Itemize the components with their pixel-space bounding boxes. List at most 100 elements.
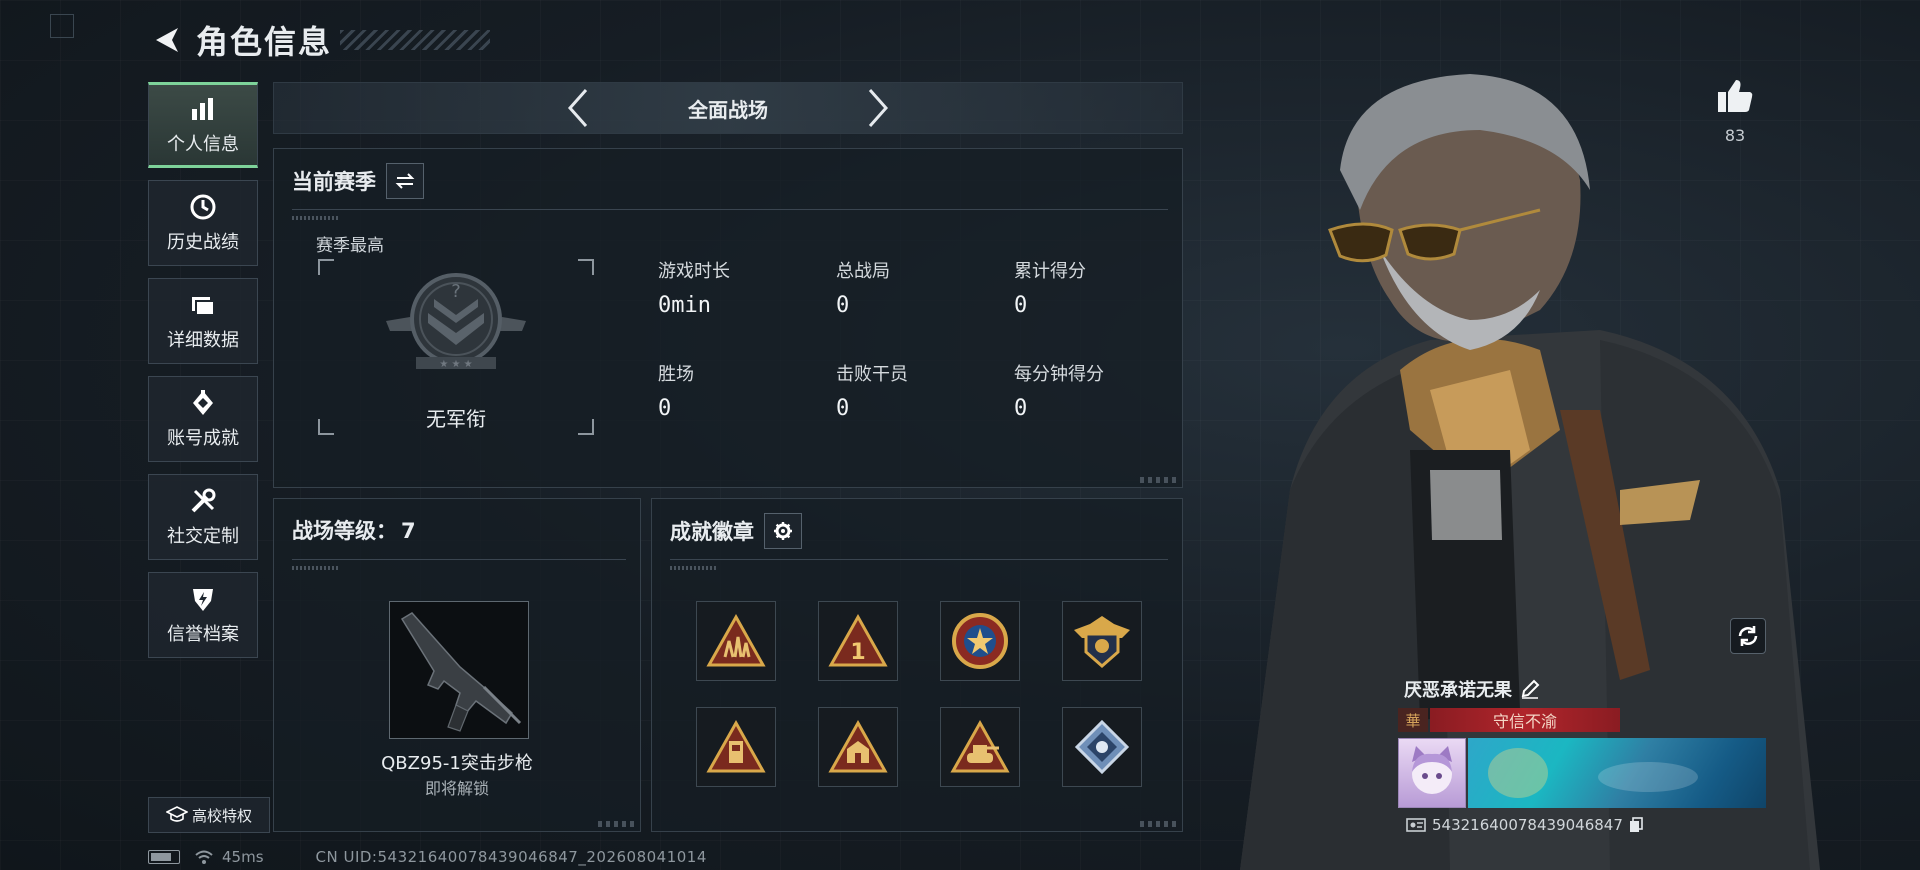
avatar[interactable] <box>1398 738 1466 808</box>
badge-tank-triangle-icon <box>950 719 1010 773</box>
badge-building-triangle-icon <box>828 719 888 773</box>
rank-emblem-icon: ? ★ ★ ★ <box>386 273 526 370</box>
like-count: 83 <box>1724 126 1746 145</box>
panel-corner-decoration <box>1140 821 1176 827</box>
assault-rifle-icon <box>400 612 522 732</box>
chevron-left-icon <box>567 89 588 127</box>
badge-slot[interactable] <box>696 707 776 787</box>
divider <box>292 559 626 560</box>
sidebar-item-label: 社交定制 <box>167 526 239 547</box>
copy-icon[interactable] <box>1629 817 1643 833</box>
badge-slot[interactable] <box>1062 707 1142 787</box>
badge-slot[interactable]: 1 <box>818 601 898 681</box>
stat-play-time: 游戏时长 0min <box>658 257 836 318</box>
achievement-diamond-icon <box>188 388 218 418</box>
shield-bolt-icon <box>188 584 218 614</box>
badge-slot[interactable] <box>940 707 1020 787</box>
ping-value: 45ms <box>222 848 264 866</box>
stat-label: 累计得分 <box>1014 261 1086 282</box>
stat-value: 0 <box>658 396 672 421</box>
stat-label: 总战局 <box>836 261 890 282</box>
bar-chart-icon <box>188 94 218 124</box>
profile-card: 厌恶承诺无果 華 守信不渝 54321640078439046847 <box>1398 676 1770 834</box>
chevron-right-icon <box>868 89 889 127</box>
title-badge: 守信不渝 <box>1430 708 1620 732</box>
stat-value: 0 <box>836 396 850 421</box>
badge-tower-triangle-icon <box>706 719 766 773</box>
stat-label: 击败干员 <box>836 364 908 385</box>
season-title: 当前赛季 <box>292 170 376 194</box>
season-switch-button[interactable] <box>386 163 424 199</box>
campus-privilege-label: 高校特权 <box>191 806 252 825</box>
gear-icon <box>774 522 792 540</box>
sidebar: 个人信息 历史战绩 详细数据 账号成就 社交定制 信誉档案 <box>148 82 260 670</box>
level-title-label: 战场等级： <box>292 519 397 543</box>
title-emblem: 華 <box>1398 708 1428 732</box>
like-button[interactable]: 83 <box>1715 78 1755 145</box>
wifi-icon <box>195 850 213 864</box>
stat-wins: 胜场 0 <box>658 360 836 421</box>
divider <box>670 559 1168 560</box>
mode-name: 全面战场 <box>688 97 768 122</box>
sidebar-item-detail-data[interactable]: 详细数据 <box>148 278 258 364</box>
achievement-badges-panel: 成就徽章 1 <box>651 498 1183 832</box>
sidebar-item-label: 历史战绩 <box>167 232 239 253</box>
title-decoration <box>340 30 491 50</box>
rank-frame: ? ★ ★ ★ 无军衔 <box>318 259 594 435</box>
anime-cat-girl-avatar-icon <box>1412 746 1452 794</box>
badge-slot[interactable] <box>940 601 1020 681</box>
edit-pencil-icon[interactable] <box>1520 679 1540 699</box>
id-badge-icon <box>1406 818 1426 832</box>
season-best-label: 赛季最高 <box>316 236 384 256</box>
corner-decoration <box>50 14 74 38</box>
svg-text:1: 1 <box>850 640 865 665</box>
weapon-preview[interactable] <box>389 601 529 739</box>
level-value: 7 <box>401 519 416 543</box>
graduation-cap-icon <box>165 806 188 822</box>
season-panel: 当前赛季 赛季最高 ? ★ ★ ★ 无军衔 游戏时长 0min 总战局 0 累计… <box>273 148 1183 488</box>
badge-slot[interactable] <box>696 601 776 681</box>
profile-banner-image <box>1468 738 1766 808</box>
back-arrow-icon <box>156 28 178 52</box>
sidebar-item-achievements[interactable]: 账号成就 <box>148 376 258 462</box>
badges-title: 成就徽章 <box>670 520 754 544</box>
sidebar-item-social-custom[interactable]: 社交定制 <box>148 474 258 560</box>
badge-slot[interactable] <box>818 707 898 787</box>
badge-blue-diamond-icon <box>1074 719 1130 775</box>
stat-kills: 击败干员 0 <box>836 360 1014 421</box>
sidebar-item-personal-info[interactable]: 个人信息 <box>148 82 258 168</box>
stat-value: 0 <box>1014 396 1028 421</box>
badges-settings-button[interactable] <box>764 513 802 549</box>
status-uid: CN UID:54321640078439046847_202608041014 <box>315 848 707 866</box>
sidebar-item-credit-record[interactable]: 信誉档案 <box>148 572 258 658</box>
mode-prev-button[interactable] <box>558 88 598 128</box>
sidebar-item-history[interactable]: 历史战绩 <box>148 180 258 266</box>
mode-next-button[interactable] <box>858 88 898 128</box>
stat-value: 0min <box>658 293 711 318</box>
rank-name: 无军衔 <box>426 407 486 431</box>
clock-history-icon <box>188 192 218 222</box>
back-button[interactable] <box>150 22 186 58</box>
panel-corner-decoration <box>598 821 634 827</box>
battery-icon <box>148 850 180 864</box>
sidebar-item-label: 详细数据 <box>167 330 239 351</box>
stat-label: 每分钟得分 <box>1014 364 1104 385</box>
badge-soldiers-triangle-icon <box>706 613 766 667</box>
rotate-model-button[interactable] <box>1730 618 1766 654</box>
badge-grid: 1 <box>696 601 1142 787</box>
stat-total-score: 累计得分 0 <box>1014 257 1192 318</box>
badge-slot[interactable] <box>1062 601 1142 681</box>
weapon-name: QBZ95-1突击步枪 <box>381 753 533 774</box>
decor-text <box>292 216 340 220</box>
badge-eagle-shield-icon <box>1074 616 1130 668</box>
stat-total-matches: 总战局 0 <box>836 257 1014 318</box>
campus-privilege-button[interactable]: 高校特权 <box>148 797 270 833</box>
stat-label: 胜场 <box>658 364 694 385</box>
page-title: 角色信息 <box>196 23 333 61</box>
nickname: 厌恶承诺无果 <box>1404 680 1512 701</box>
badge-star-medal-icon <box>952 613 1008 669</box>
decor-text <box>670 566 718 570</box>
level-title: 战场等级： 7 <box>292 515 416 545</box>
tools-icon <box>188 486 218 516</box>
decor-text <box>292 566 340 570</box>
